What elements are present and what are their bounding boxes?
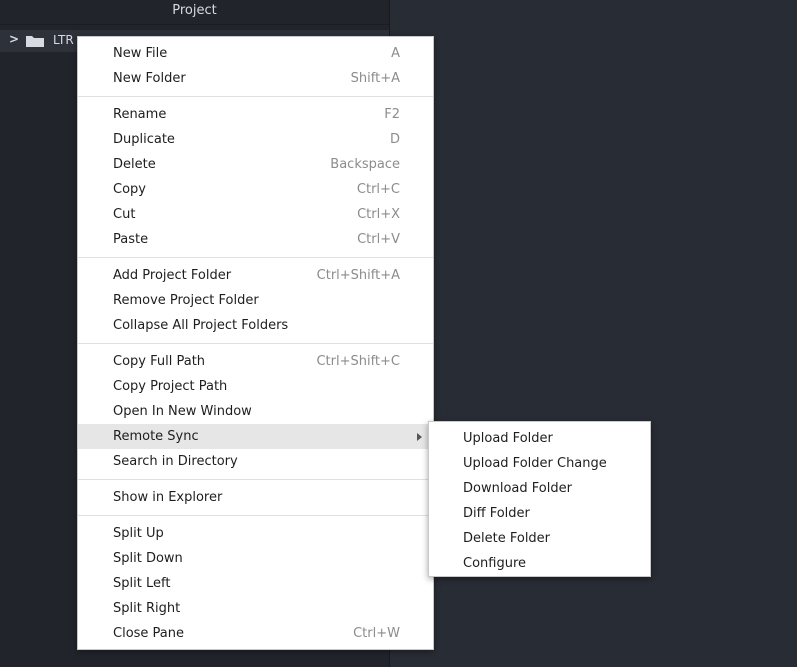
- menu-item-label: New File: [113, 46, 168, 61]
- menu-item-label: Add Project Folder: [113, 268, 232, 283]
- menu-item-shortcut: Ctrl+Shift+A: [316, 268, 400, 283]
- folder-icon: [26, 36, 44, 47]
- menu-item-label: Delete: [113, 157, 156, 172]
- context-menu: New File A New Folder Shift+A Rename F2 Duplic…: [77, 36, 434, 650]
- menu-separator: [78, 257, 433, 258]
- submenu-arrow-icon: [417, 433, 422, 441]
- menu-separator: [78, 515, 433, 516]
- menu-item-shortcut: Ctrl+W: [353, 626, 400, 641]
- menu-item-label: Show in Explorer: [113, 490, 223, 505]
- menu-item-label: Remote Sync: [113, 429, 199, 444]
- menu-item-label: Close Pane: [113, 626, 185, 641]
- panel-title: Project: [0, 0, 389, 25]
- menu-item-delete[interactable]: Delete Backspace: [78, 152, 433, 177]
- menu-item-label: Split Left: [113, 576, 171, 591]
- menu-item-shortcut: Shift+A: [350, 71, 400, 86]
- submenu-item-upload-folder-change[interactable]: Upload Folder Change: [429, 451, 650, 476]
- menu-item-label: Split Up: [113, 526, 164, 541]
- submenu-item-label: Diff Folder: [463, 506, 530, 521]
- tree-item-label: LTR: [53, 33, 74, 47]
- menu-item-copy-project-path[interactable]: Copy Project Path: [78, 374, 433, 399]
- menu-item-copy-full-path[interactable]: Copy Full Path Ctrl+Shift+C: [78, 349, 433, 374]
- menu-item-label: Split Right: [113, 601, 181, 616]
- menu-item-shortcut: Ctrl+X: [357, 207, 400, 222]
- menu-item-shortcut: Backspace: [330, 157, 400, 172]
- remote-sync-submenu: Upload Folder Upload Folder Change Downloa…: [428, 421, 651, 577]
- menu-item-shortcut: Ctrl+V: [357, 232, 400, 247]
- submenu-item-label: Download Folder: [463, 481, 572, 496]
- menu-item-label: Remove Project Folder: [113, 293, 259, 308]
- submenu-item-label: Upload Folder: [463, 431, 553, 446]
- chevron-right-icon[interactable]: >: [9, 32, 19, 46]
- menu-item-rename[interactable]: Rename F2: [78, 102, 433, 127]
- menu-item-search-in-directory[interactable]: Search in Directory: [78, 449, 433, 474]
- menu-item-label: Search in Directory: [113, 454, 238, 469]
- submenu-item-label: Delete Folder: [463, 531, 551, 546]
- menu-item-collapse-all-project-folders[interactable]: Collapse All Project Folders: [78, 313, 433, 338]
- menu-item-new-file[interactable]: New File A: [78, 41, 433, 66]
- menu-item-split-down[interactable]: Split Down: [78, 546, 433, 571]
- menu-item-split-left[interactable]: Split Left: [78, 571, 433, 596]
- menu-item-label: Copy Full Path: [113, 354, 206, 369]
- menu-item-label: New Folder: [113, 71, 186, 86]
- submenu-item-label: Configure: [463, 556, 527, 571]
- menu-item-shortcut: F2: [384, 107, 400, 122]
- menu-item-label: Paste: [113, 232, 149, 247]
- submenu-item-label: Upload Folder Change: [463, 456, 607, 471]
- menu-item-shortcut: Ctrl+Shift+C: [316, 354, 400, 369]
- submenu-item-configure[interactable]: Configure: [429, 551, 650, 576]
- submenu-item-download-folder[interactable]: Download Folder: [429, 476, 650, 501]
- menu-item-duplicate[interactable]: Duplicate D: [78, 127, 433, 152]
- menu-separator: [78, 479, 433, 480]
- menu-item-split-up[interactable]: Split Up: [78, 521, 433, 546]
- menu-item-label: Split Down: [113, 551, 183, 566]
- app-window: Project > LTR New File A New Folder Shift+A…: [0, 0, 797, 667]
- submenu-item-diff-folder[interactable]: Diff Folder: [429, 501, 650, 526]
- menu-item-label: Collapse All Project Folders: [113, 318, 289, 333]
- menu-item-shortcut: A: [391, 46, 400, 61]
- menu-item-add-project-folder[interactable]: Add Project Folder Ctrl+Shift+A: [78, 263, 433, 288]
- menu-item-copy[interactable]: Copy Ctrl+C: [78, 177, 433, 202]
- menu-item-remove-project-folder[interactable]: Remove Project Folder: [78, 288, 433, 313]
- menu-item-show-in-explorer[interactable]: Show in Explorer: [78, 485, 433, 510]
- menu-item-label: Duplicate: [113, 132, 175, 147]
- menu-item-label: Rename: [113, 107, 167, 122]
- menu-item-label: Open In New Window: [113, 404, 252, 419]
- menu-item-label: Copy: [113, 182, 146, 197]
- menu-item-open-in-new-window[interactable]: Open In New Window: [78, 399, 433, 424]
- menu-separator: [78, 343, 433, 344]
- menu-item-close-pane[interactable]: Close Pane Ctrl+W: [78, 621, 433, 646]
- menu-separator: [78, 96, 433, 97]
- menu-item-shortcut: D: [389, 132, 400, 147]
- menu-item-label: Cut: [113, 207, 136, 222]
- menu-item-remote-sync[interactable]: Remote Sync: [78, 424, 433, 449]
- submenu-item-delete-folder[interactable]: Delete Folder: [429, 526, 650, 551]
- menu-item-shortcut: Ctrl+C: [356, 182, 400, 197]
- submenu-item-upload-folder[interactable]: Upload Folder: [429, 426, 650, 451]
- menu-item-split-right[interactable]: Split Right: [78, 596, 433, 621]
- menu-item-new-folder[interactable]: New Folder Shift+A: [78, 66, 433, 91]
- menu-item-paste[interactable]: Paste Ctrl+V: [78, 227, 433, 252]
- menu-item-cut[interactable]: Cut Ctrl+X: [78, 202, 433, 227]
- menu-item-label: Copy Project Path: [113, 379, 228, 394]
